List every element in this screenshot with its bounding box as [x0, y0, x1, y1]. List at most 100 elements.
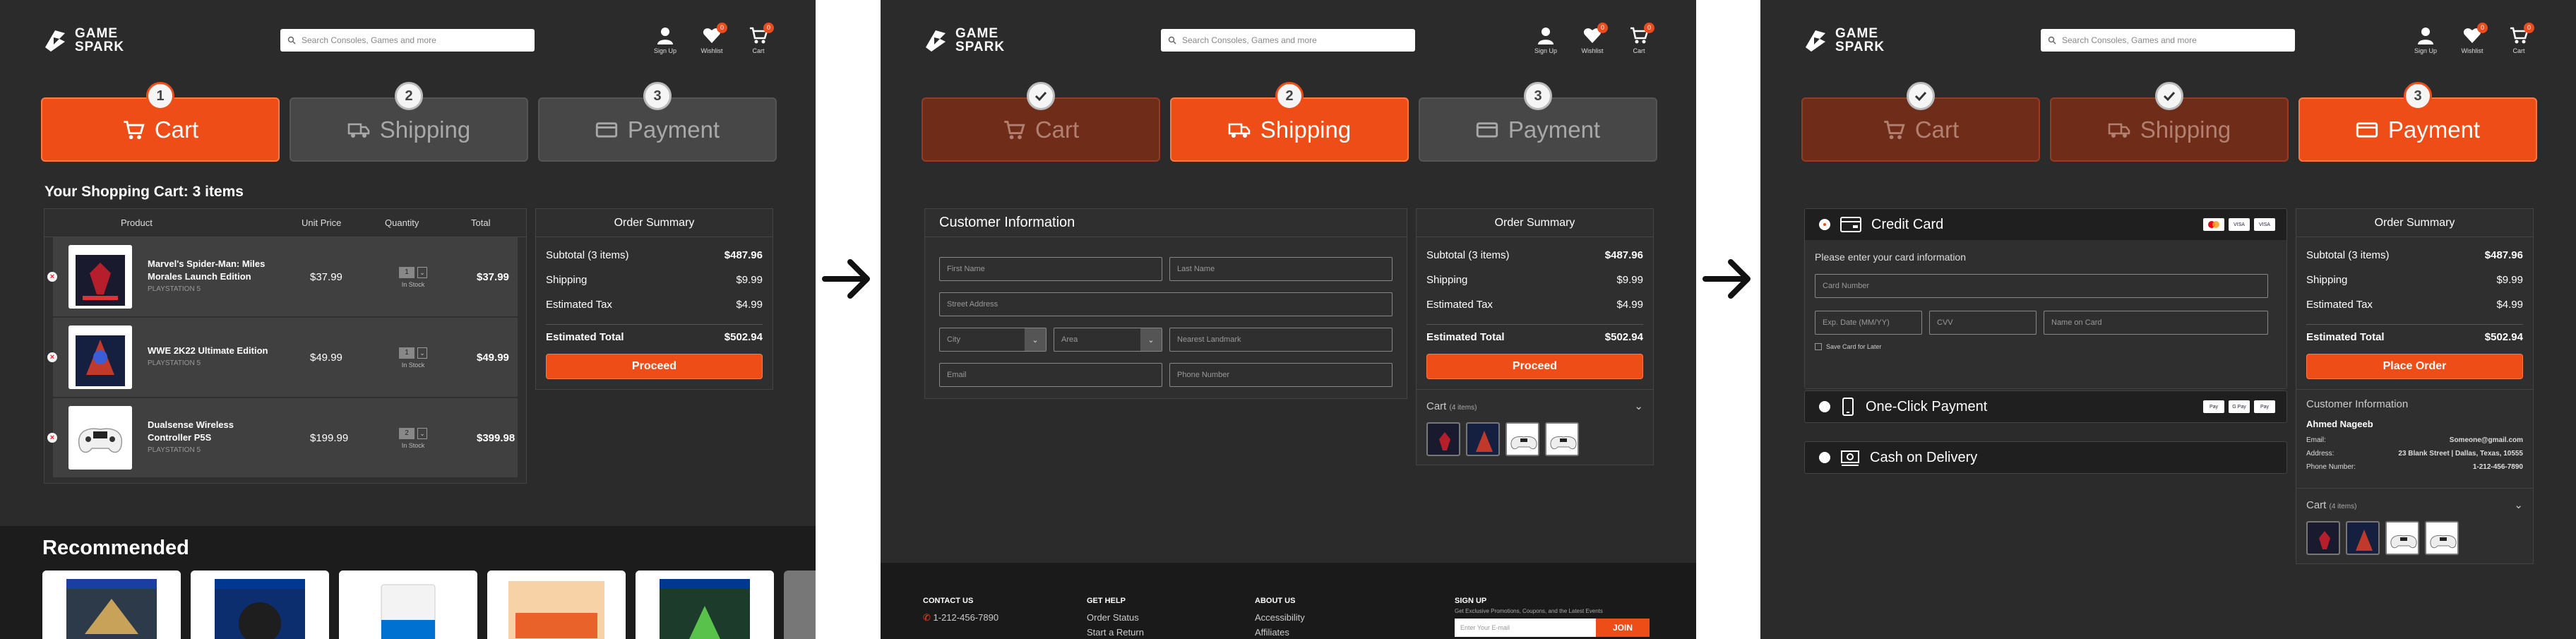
proceed-button[interactable]: Proceed — [1426, 354, 1643, 379]
cart-icon — [1884, 120, 1905, 139]
step-payment[interactable]: 3 Payment — [1419, 82, 1657, 162]
quantity-select[interactable]: 2 ⌄ In Stock — [392, 426, 434, 449]
search-input[interactable]: Search Consoles, Games and more — [280, 29, 535, 52]
product-name[interactable]: Marvel's Spider-Man: Miles Morales Launc… — [148, 258, 275, 296]
wishlist-button[interactable]: 0 Wishlist — [1578, 23, 1608, 54]
street-address-field[interactable]: Street Address — [939, 292, 1393, 316]
credit-card-icon — [2356, 121, 2378, 138]
chevron-down-icon: ⌄ — [1025, 328, 1046, 351]
cod-radio[interactable] — [1819, 452, 1830, 463]
chevron-down-icon: ⌄ — [417, 347, 427, 359]
footer-about: ABOUT US Accessibility Affiliates — [1255, 597, 1305, 638]
name-on-card-field[interactable]: Name on Card — [2044, 311, 2268, 335]
cart-thumb — [1505, 422, 1539, 456]
city-select[interactable]: City ⌄ — [939, 328, 1046, 352]
cart-preview-toggle[interactable]: Cart (4 items) ⌄ — [1426, 400, 1643, 413]
cart-button[interactable]: 0 Cart — [1625, 23, 1654, 54]
stock-status: In Stock — [401, 442, 425, 449]
logo[interactable]: GAME SPARK — [1801, 26, 1884, 54]
email-field[interactable]: Email — [939, 363, 1162, 387]
col-quantity: Quantity — [385, 217, 419, 228]
remove-icon[interactable]: × — [47, 272, 57, 282]
total-row: Estimated Total $502.94 — [2306, 331, 2523, 343]
cart-button[interactable]: 0 Cart — [2505, 23, 2534, 54]
product-card[interactable] — [784, 571, 816, 639]
place-order-button[interactable]: Place Order — [2306, 354, 2523, 379]
cvv-field[interactable]: CVV — [1929, 311, 2037, 335]
step-cart[interactable]: 1 Cart — [41, 82, 280, 162]
signup-button[interactable]: Sign Up — [1532, 25, 1560, 54]
step-cart[interactable]: Cart — [922, 82, 1160, 162]
card-logos: VISA VISA — [2203, 218, 2275, 231]
product-card[interactable] — [487, 571, 626, 639]
join-button[interactable]: JOIN — [1596, 619, 1650, 637]
checkbox-box[interactable] — [1815, 343, 1822, 350]
search-icon — [287, 36, 296, 44]
product-name[interactable]: WWE 2K22 Ultimate Edition PLAYSTATION 5 — [148, 345, 275, 370]
product-card[interactable] — [339, 571, 477, 639]
step-shipping[interactable]: Shipping — [2050, 82, 2289, 162]
product-card[interactable] — [42, 571, 181, 639]
step-payment[interactable]: 3 Payment — [538, 82, 777, 162]
wishlist-button[interactable]: 0 Wishlist — [2458, 23, 2488, 54]
step-shipping[interactable]: 2 Shipping — [290, 82, 528, 162]
phone-link[interactable]: ✆ 1-212-456-7890 — [923, 612, 998, 623]
newsletter-email-input[interactable]: Enter Your E-mail — [1455, 619, 1596, 637]
logo-line2: SPARK — [75, 40, 125, 54]
card-form: Please enter your card information Card … — [1805, 240, 2286, 388]
row-total: $399.98 — [477, 431, 515, 444]
quantity-select[interactable]: 1 ⌄ In Stock — [392, 265, 434, 288]
wishlist-button[interactable]: 0 Wishlist — [698, 23, 727, 54]
chevron-down-icon: ⌄ — [1140, 328, 1162, 351]
checkout-steps: 1 Cart 2 Shipping 3 Payment — [41, 82, 777, 162]
cart-preview: Cart (4 items) ⌄ — [2296, 488, 2533, 563]
footer-link[interactable]: Start a Return — [1087, 627, 1144, 638]
one-click-option[interactable]: One-Click Payment Pay G Pay Pay — [1804, 390, 2287, 423]
card-number-field[interactable]: Card Number — [1815, 274, 2268, 298]
last-name-field[interactable]: Last Name — [1169, 257, 1393, 281]
unit-price: $49.99 — [310, 351, 342, 364]
product-name[interactable]: Dualsense Wireless Controller P5S PLAYSTA… — [148, 419, 275, 457]
search-input[interactable]: Search Consoles, Games and more — [2041, 29, 2295, 52]
logo-icon — [1806, 30, 1825, 52]
area-select[interactable]: Area ⌄ — [1054, 328, 1162, 352]
product-card[interactable] — [636, 571, 774, 639]
cart-preview-toggle[interactable]: Cart (4 items) ⌄ — [2306, 498, 2523, 512]
step-shipping[interactable]: 2 Shipping — [1170, 82, 1409, 162]
logo[interactable]: GAME SPARK — [41, 26, 125, 54]
landmark-field[interactable]: Nearest Landmark — [1169, 328, 1393, 352]
payment-step-screen: GAME SPARK Search Consoles, Games and mor… — [1760, 0, 2576, 639]
first-name-field[interactable]: First Name — [939, 257, 1162, 281]
signup-button[interactable]: Sign Up — [2411, 25, 2440, 54]
footer-link[interactable]: Order Status — [1087, 612, 1144, 623]
step-complete — [1027, 82, 1055, 110]
footer-link[interactable]: Affiliates — [1255, 627, 1305, 638]
cart-button[interactable]: 0 Cart — [744, 23, 774, 54]
save-card-checkbox[interactable]: Save Card for Later — [1815, 343, 1882, 350]
proceed-button[interactable]: Proceed — [546, 354, 763, 379]
exp-date-field[interactable]: Exp. Date (MM/YY) — [1815, 311, 1922, 335]
search-icon — [1168, 36, 1176, 44]
step-cart[interactable]: Cart — [1801, 82, 2040, 162]
credit-card-radio[interactable] — [1819, 219, 1830, 230]
remove-icon[interactable]: × — [47, 352, 57, 362]
remove-icon[interactable]: × — [47, 433, 57, 443]
one-click-radio[interactable] — [1819, 401, 1830, 412]
quantity-select[interactable]: 1 ⌄ In Stock — [392, 346, 434, 369]
product-card[interactable] — [191, 571, 329, 639]
logo[interactable]: GAME SPARK — [922, 26, 1004, 54]
subtotal-row: Subtotal (3 items) $487.96 — [1426, 249, 1643, 261]
footer-link[interactable]: Accessibility — [1255, 612, 1305, 623]
cod-option[interactable]: Cash on Delivery — [1804, 441, 2287, 474]
signup-button[interactable]: Sign Up — [651, 25, 679, 54]
arrow-right-icon — [1703, 259, 1751, 299]
search-input[interactable]: Search Consoles, Games and more — [1161, 29, 1415, 52]
step-number: 3 — [643, 82, 672, 110]
phone-field[interactable]: Phone Number — [1169, 363, 1393, 387]
step-label: Shipping — [379, 116, 471, 143]
cart-thumb — [2346, 521, 2380, 555]
credit-card-header[interactable]: Credit Card VISA VISA — [1805, 209, 2286, 240]
step-payment[interactable]: 3 Payment — [2298, 82, 2537, 162]
card-prompt: Please enter your card information — [1815, 251, 1966, 263]
header: GAME SPARK Search Consoles, Games and mor… — [0, 0, 816, 78]
